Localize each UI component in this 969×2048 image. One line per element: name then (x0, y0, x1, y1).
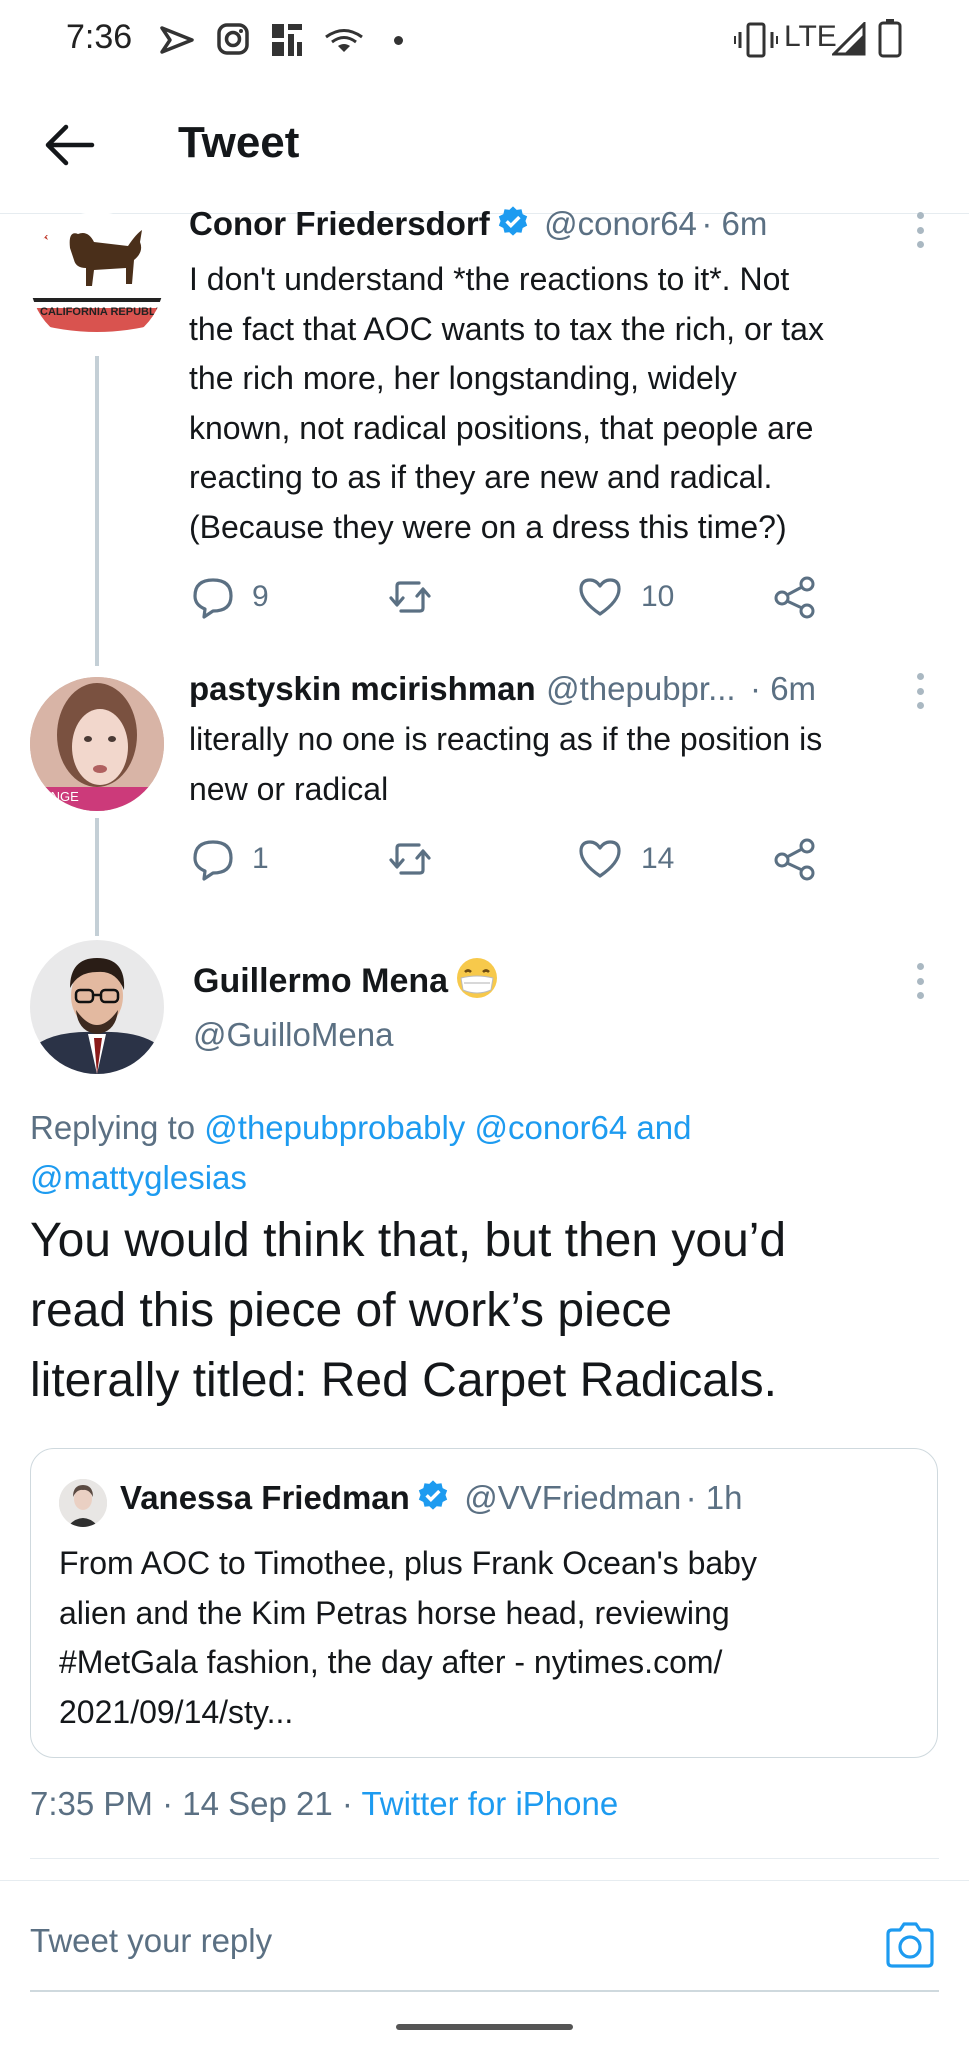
page-title: Tweet (178, 118, 300, 167)
source-link[interactable]: Twitter for iPhone (361, 1785, 618, 1822)
tweet-text-line: known, not radical positions, that peopl… (189, 409, 814, 446)
mention-link[interactable]: @mattyglesias (30, 1159, 247, 1196)
face-with-mask-emoji-icon (456, 958, 497, 998)
more-options-icon[interactable] (915, 673, 925, 709)
main-tweet-text-line: literally titled: Red Carpet Radicals. (30, 1354, 777, 1407)
like-heart-icon[interactable] (575, 572, 625, 622)
quoted-tweet-text-line: From AOC to Timothee, plus Frank Ocean's… (59, 1545, 757, 1581)
more-options-icon[interactable] (915, 963, 925, 999)
reply-icon[interactable] (188, 572, 238, 622)
tweet-header: pastyskin mcirishman @thepubpr... · 6m (189, 670, 816, 708)
timestamp-text: 7:35 PM · 14 Sep 21 · (30, 1785, 353, 1822)
mention-link[interactable]: @thepubprobably (204, 1109, 465, 1146)
replying-to-label: Replying to (30, 1109, 196, 1146)
quoted-tweet-text-line: 2021/09/14/sty... (59, 1693, 294, 1730)
author-name[interactable]: Guillermo Mena (193, 962, 448, 1000)
tweet-text-line: literally no one is reacting as if the p… (189, 721, 823, 757)
replying-to: Replying to @thepubprobably @conor64 and… (30, 1103, 950, 1203)
verified-badge-icon (418, 1480, 447, 1510)
verified-badge-icon (498, 206, 527, 236)
quoted-tweet-card[interactable]: Vanessa Friedman @VVFriedman · 1h From A… (30, 1448, 938, 1758)
replying-and[interactable]: and (636, 1109, 691, 1146)
share-icon[interactable] (770, 834, 820, 884)
composer-underline (30, 1990, 939, 1992)
tweet-time: · 6m (701, 205, 768, 242)
tweet-text-line: new or radical (189, 770, 389, 807)
person-photo-avatar-icon (59, 1479, 107, 1527)
mention-link[interactable]: @conor64 (474, 1109, 627, 1146)
network-type: LTE (784, 20, 837, 53)
tweet-header: Conor Friedersdorf @conor64 · 6m (189, 205, 767, 243)
author-name[interactable]: Conor Friedersdorf (189, 205, 490, 242)
tweet-text-line: reacting to as if they are new and radic… (189, 459, 773, 495)
divider (30, 1858, 939, 1859)
reply-input[interactable]: Tweet your reply (30, 1922, 272, 1960)
quoted-avatar (59, 1479, 107, 1527)
quoted-tweet-text-line: #MetGala fashion, the day after - nytime… (59, 1644, 723, 1680)
status-bar: 7:36 LTE (0, 0, 969, 80)
author-handle[interactable]: @thepubpr... (546, 670, 735, 707)
instagram-icon (217, 23, 249, 55)
status-time: 7:36 (66, 18, 133, 56)
quoted-author-handle: @VVFriedman (464, 1479, 682, 1516)
navigation-icon (160, 26, 194, 54)
more-options-icon[interactable] (915, 212, 925, 248)
author-handle[interactable]: @conor64 (544, 205, 697, 242)
tweet-text: literally no one is reacting as if the p… (189, 715, 949, 814)
back-arrow-icon[interactable] (40, 115, 100, 175)
like-heart-icon[interactable] (575, 834, 625, 884)
quoted-tweet-header: Vanessa Friedman @VVFriedman · 1h (120, 1479, 743, 1517)
quoted-author-name: Vanessa Friedman (120, 1479, 410, 1516)
main-tweet-text-line: You would think that, but then you’d (30, 1214, 787, 1267)
quoted-tweet-text: From AOC to Timothee, plus Frank Ocean's… (59, 1539, 919, 1737)
wifi-icon (325, 29, 363, 52)
camera-icon[interactable] (884, 1920, 936, 1970)
california-republic-flag-avatar-icon (30, 212, 164, 346)
header-bar (0, 80, 969, 214)
tweet-text-line: I don't understand *the reactions to it*… (189, 261, 790, 297)
like-count: 14 (641, 842, 675, 875)
tweet-time: · 6m (750, 670, 817, 707)
home-indicator[interactable] (396, 2024, 573, 2030)
main-tweet-text: You would think that, but then you’d rea… (30, 1206, 950, 1416)
app-grid-icon (272, 24, 302, 56)
signal-icon (832, 22, 866, 56)
reply-count: 1 (252, 842, 269, 875)
tweet-text: I don't understand *the reactions to it*… (189, 255, 949, 552)
retweet-icon[interactable] (385, 572, 435, 622)
avatar-caption-text: ANGE (42, 789, 79, 804)
reply-icon[interactable] (188, 834, 238, 884)
notification-dot-icon (394, 36, 403, 45)
quoted-tweet-text-line: alien and the Kim Petras horse head, rev… (59, 1594, 730, 1631)
battery-icon (878, 19, 902, 58)
tweet-text-line: the fact that AOC wants to tax the rich,… (189, 310, 824, 347)
avatar[interactable] (30, 940, 164, 1074)
share-icon[interactable] (770, 572, 820, 622)
tweet-text-line: the rich more, her longstanding, widely (189, 360, 737, 396)
avatar[interactable]: CALIFORNIA REPUBLIC (30, 212, 164, 346)
author-name[interactable]: pastyskin mcirishman (189, 670, 536, 707)
vibrate-icon (734, 22, 778, 58)
avatar-flag-text: CALIFORNIA REPUBLIC (40, 306, 164, 318)
thread-connector (95, 356, 99, 666)
tweet-timestamp: 7:35 PM · 14 Sep 21 · Twitter for iPhone (30, 1785, 618, 1823)
quoted-tweet-time: · 1h (685, 1479, 743, 1516)
main-tweet-text-line: read this piece of work’s piece (30, 1284, 673, 1337)
reply-count: 9 (252, 580, 269, 613)
like-count: 10 (641, 580, 675, 613)
author-name-row: Guillermo Mena (193, 956, 499, 1001)
thread-connector (95, 818, 99, 936)
author-handle[interactable]: @GuilloMena (193, 1016, 393, 1054)
retweet-icon[interactable] (385, 834, 435, 884)
person-photo-avatar-icon (30, 940, 164, 1074)
tweet-text-line: (Because they were on a dress this time?… (189, 508, 787, 545)
avatar[interactable]: ANGE (30, 677, 164, 811)
